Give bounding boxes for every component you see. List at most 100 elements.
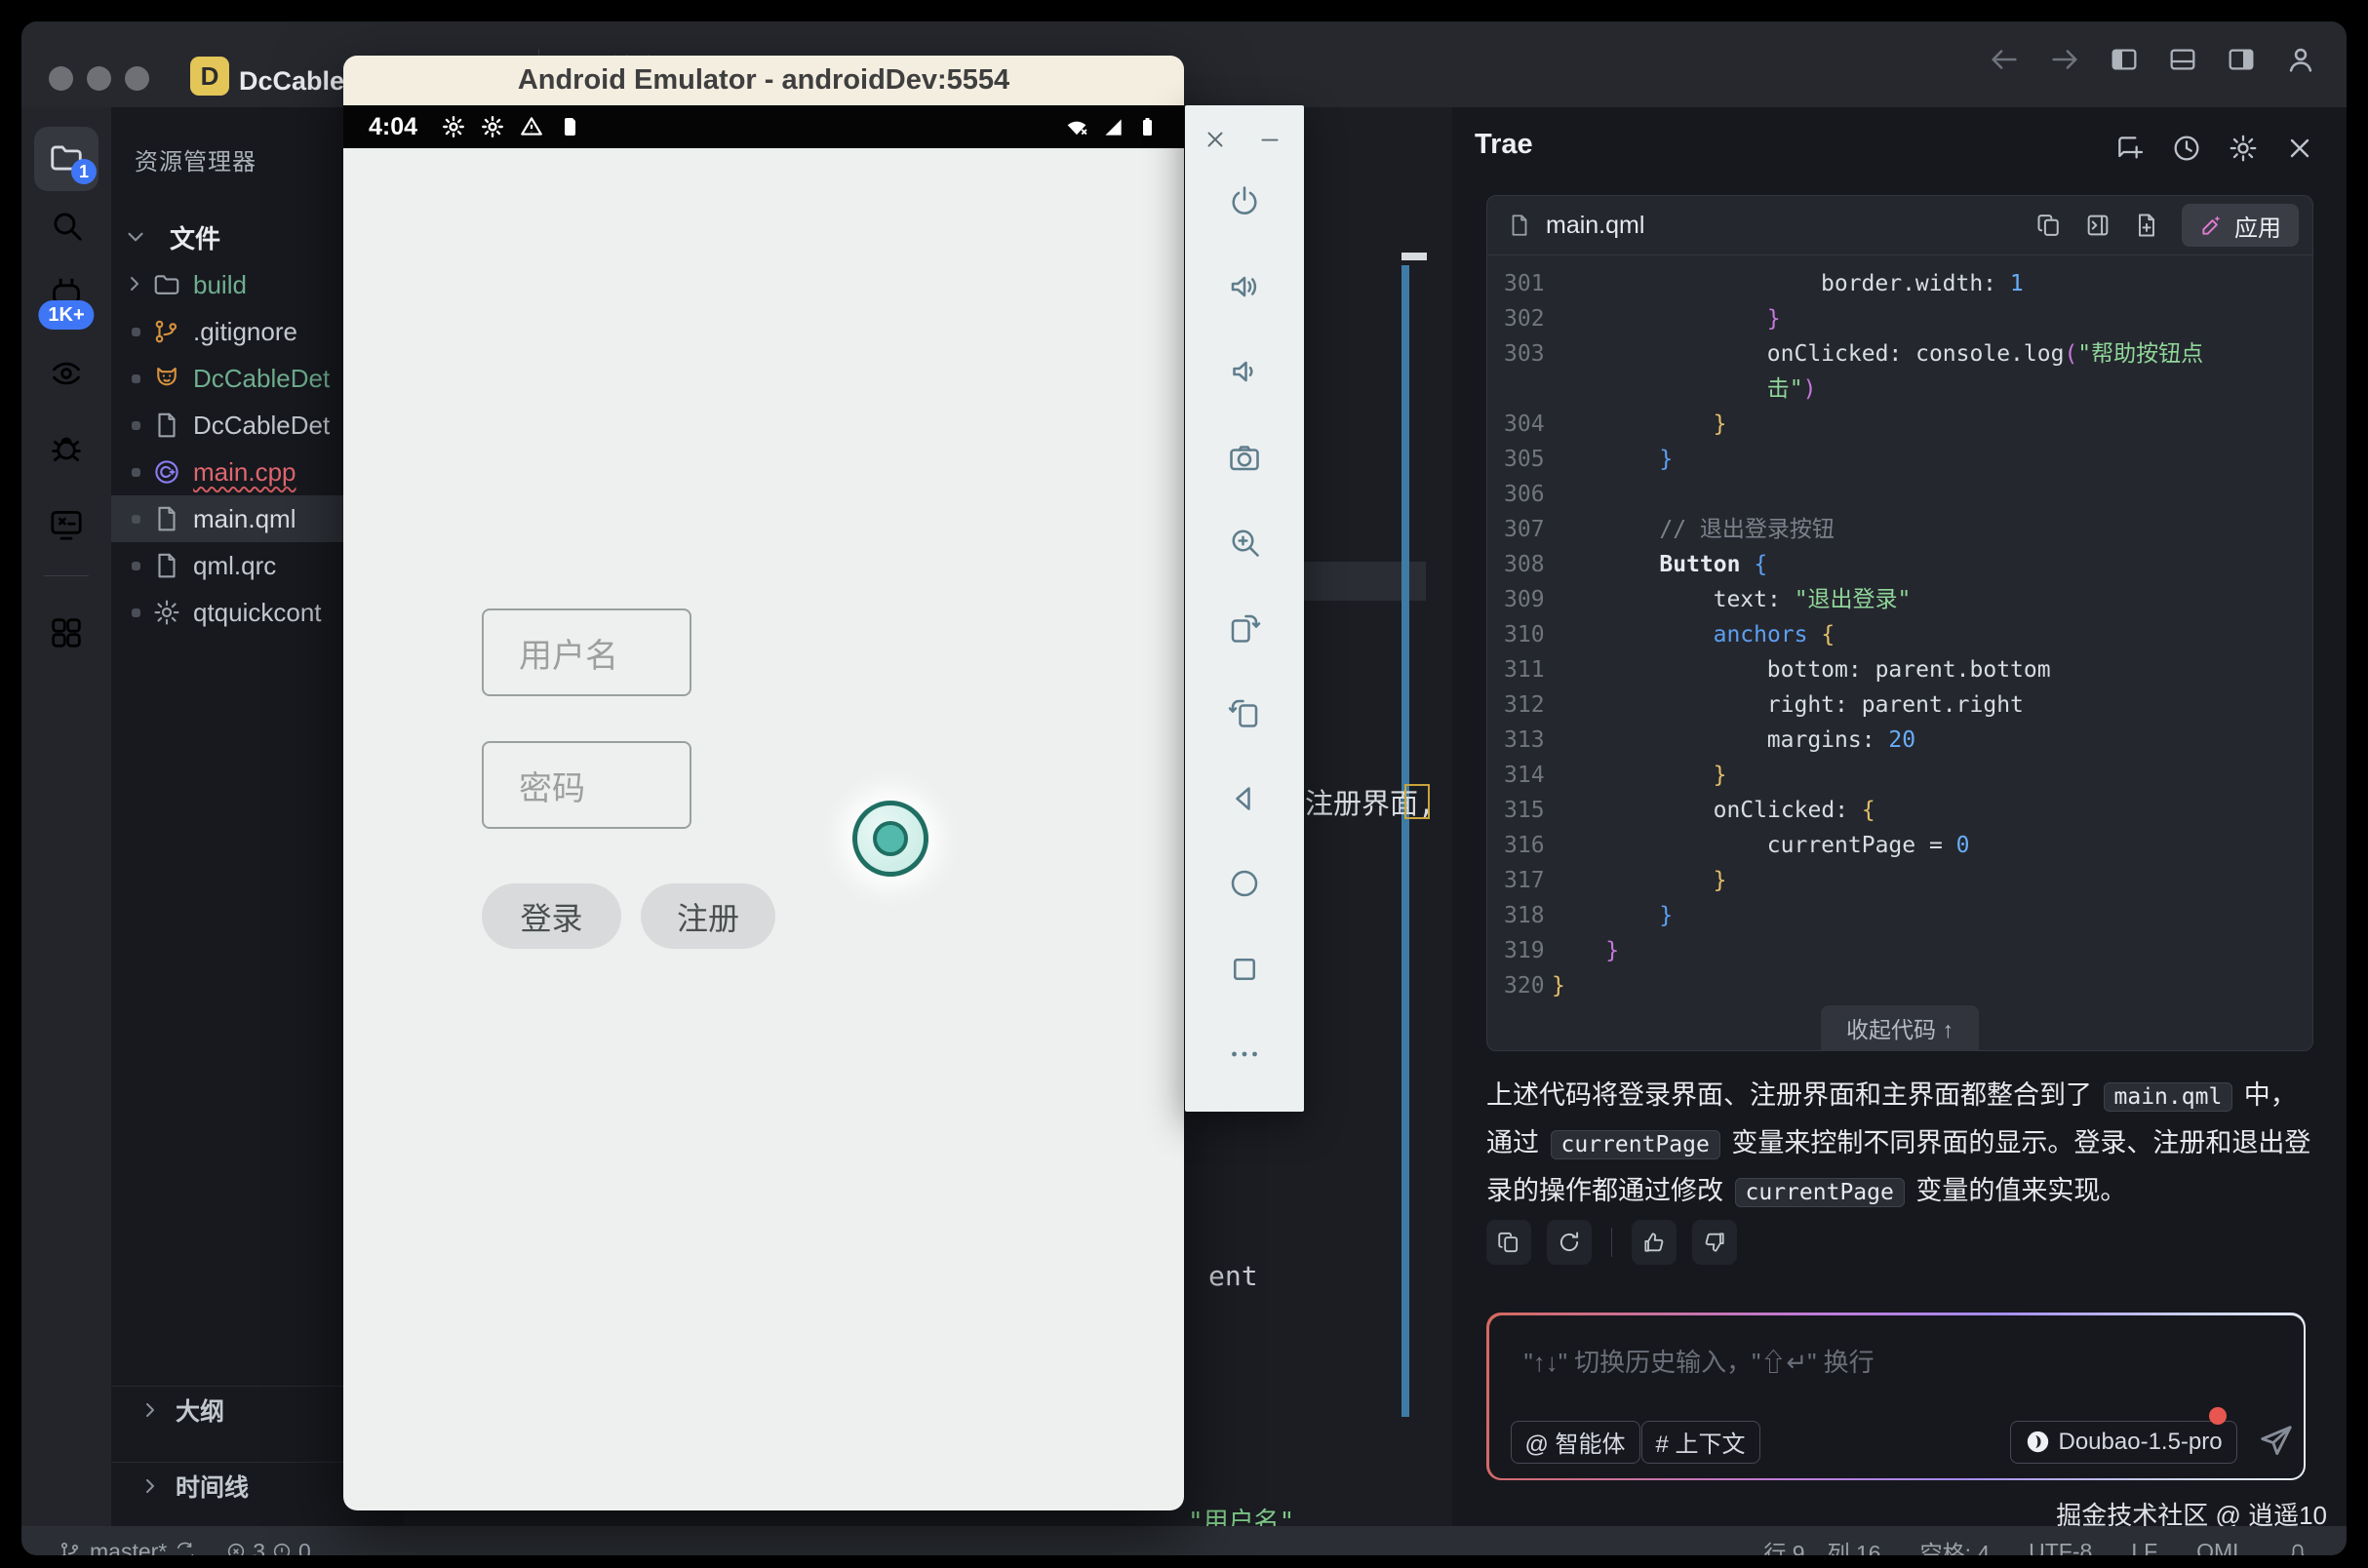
rotate-right-icon[interactable] (1227, 695, 1262, 730)
nav-back-icon[interactable] (1988, 43, 2021, 76)
login-button[interactable]: 登录 (482, 883, 621, 949)
scrollbar-mark (1401, 253, 1427, 260)
ai-assistant-icon[interactable]: 1K+ (47, 275, 86, 314)
volume-up-icon[interactable] (1227, 269, 1262, 304)
terminal-icon[interactable] (47, 505, 86, 544)
copy-code-icon[interactable] (2035, 212, 2063, 239)
doubao-logo-icon (2025, 1429, 2051, 1455)
cpp-icon (152, 457, 181, 487)
explorer-badge: 1 (71, 159, 97, 184)
zoom-in-icon[interactable] (1227, 525, 1262, 560)
minimize-window-button[interactable] (87, 66, 111, 91)
git-status-dot (132, 421, 140, 430)
extensions-grid-icon[interactable] (47, 613, 86, 652)
chevron-right-icon (138, 1474, 162, 1498)
file-icon (152, 551, 181, 580)
volume-down-icon[interactable] (1227, 354, 1262, 389)
emulator-titlebar[interactable]: Android Emulator - androidDev:5554 (343, 56, 1184, 105)
thumbs-down-icon[interactable] (1692, 1220, 1737, 1265)
send-icon[interactable] (2258, 1423, 2295, 1460)
inline-code-chip: main.qml (2104, 1082, 2233, 1112)
inline-code-chip: currentPage (1735, 1178, 1905, 1207)
explorer-icon[interactable]: 1 (48, 139, 85, 176)
warning-icon (271, 1541, 293, 1555)
status-bar: master* 3 0 行 9，列 16 空格: 4 UTF-8 LF QML (21, 1526, 2347, 1555)
code-review-eye-icon[interactable] (47, 354, 86, 393)
collapse-code-button[interactable]: 收起代码 ↑ (1821, 1005, 1979, 1050)
zoom-window-button[interactable] (125, 66, 149, 91)
toolbar-close-icon[interactable] (1203, 127, 1228, 152)
status-item[interactable]: QML (2196, 1539, 2245, 1556)
activity-bar: 1 1K+ (21, 107, 111, 1526)
status-item[interactable]: UTF-8 (2029, 1539, 2092, 1556)
actions-divider (1611, 1228, 1612, 1257)
sync-icon (175, 1541, 196, 1555)
agent-chip[interactable]: @ 智能体 (1511, 1421, 1640, 1464)
chat-input-inner[interactable]: "↑↓" 切换历史输入，"⇧↵" 换行 @ 智能体 # 上下文 Doubao-1… (1489, 1315, 2304, 1478)
password-field[interactable]: 密码 (482, 741, 691, 829)
status-item[interactable]: LF (2131, 1539, 2157, 1556)
message-actions (1486, 1220, 1737, 1265)
more-icon[interactable] (1227, 1037, 1262, 1072)
screen-record-button[interactable] (852, 801, 928, 877)
problems-status[interactable]: 3 0 (225, 1539, 311, 1556)
overview-icon[interactable] (1227, 952, 1262, 987)
status-item[interactable]: 行 9，列 16 (1763, 1535, 1880, 1555)
error-icon (225, 1541, 247, 1555)
bracket-match-box (1404, 784, 1430, 819)
debug-bug-icon[interactable] (47, 429, 86, 468)
new-chat-icon[interactable] (2114, 133, 2146, 164)
code-line: 304} (1487, 407, 2312, 442)
close-window-button[interactable] (49, 66, 73, 91)
nav-forward-icon[interactable] (2048, 43, 2081, 76)
toggle-right-panel-icon[interactable] (2226, 44, 2257, 75)
sidebar-header: 资源管理器 (135, 142, 257, 176)
editor-fragment-text: ent (1208, 1260, 1258, 1292)
bell-icon[interactable] (2286, 1540, 2309, 1555)
git-status-dot (132, 515, 140, 524)
assistant-answer-text: 上述代码将登录界面、注册界面和主界面都整合到了 main.qml 中，通过 cu… (1486, 1073, 2317, 1216)
model-selector[interactable]: Doubao-1.5-pro (2010, 1421, 2237, 1464)
account-icon[interactable] (2284, 43, 2317, 76)
home-icon[interactable] (1227, 866, 1262, 901)
code-line: 317} (1487, 863, 2312, 898)
code-line: 312right: parent.right (1487, 687, 2312, 723)
code-line: 307// 退出登录按钮 (1487, 512, 2312, 547)
file-name: qml.qrc (193, 551, 276, 581)
code-line: 311bottom: parent.bottom (1487, 652, 2312, 687)
file-icon (152, 411, 181, 440)
code-line: 击") (1487, 372, 2312, 407)
register-button[interactable]: 注册 (641, 883, 775, 949)
answer-text-segment: 变量的值来实现。 (1909, 1176, 2127, 1205)
code-line: 303onClicked: console.log("帮助按钮点 (1487, 336, 2312, 372)
context-chip[interactable]: # 上下文 (1641, 1421, 1760, 1464)
status-item[interactable]: 空格: 4 (1920, 1535, 1991, 1555)
editor-scrollbar[interactable] (1401, 265, 1409, 1417)
apply-code-button[interactable]: 应用 (2182, 204, 2299, 247)
toolbar-minimize-icon[interactable] (1257, 127, 1283, 152)
history-icon[interactable] (2171, 133, 2202, 164)
code-line: 320} (1487, 968, 2312, 1003)
thumbs-up-icon[interactable] (1632, 1220, 1677, 1265)
toggle-bottom-panel-icon[interactable] (2167, 44, 2198, 75)
toggle-left-panel-icon[interactable] (2109, 44, 2140, 75)
emulator-clock: 4:04 (369, 113, 417, 141)
rotate-left-icon[interactable] (1227, 610, 1262, 646)
power-icon[interactable] (1227, 183, 1262, 218)
search-sidebar-icon[interactable] (48, 207, 85, 244)
close-panel-icon[interactable] (2284, 133, 2315, 164)
code-line: 301border.width: 1 (1487, 266, 2312, 301)
settings-gear-icon[interactable] (2228, 133, 2259, 164)
file-name: .gitignore (193, 317, 297, 347)
emulator-toolbar (1185, 105, 1304, 1112)
new-file-from-code-icon[interactable] (2133, 212, 2160, 239)
back-icon[interactable] (1227, 781, 1262, 816)
insert-code-icon[interactable] (2084, 212, 2111, 239)
camera-icon[interactable] (1227, 440, 1262, 475)
git-branch-status[interactable]: master* (59, 1539, 196, 1556)
chevron-down-icon (123, 224, 148, 250)
copy-message-icon[interactable] (1486, 1220, 1531, 1265)
regenerate-icon[interactable] (1547, 1220, 1592, 1265)
username-field[interactable]: 用户名 (482, 608, 691, 696)
error-count: 3 (253, 1539, 265, 1556)
